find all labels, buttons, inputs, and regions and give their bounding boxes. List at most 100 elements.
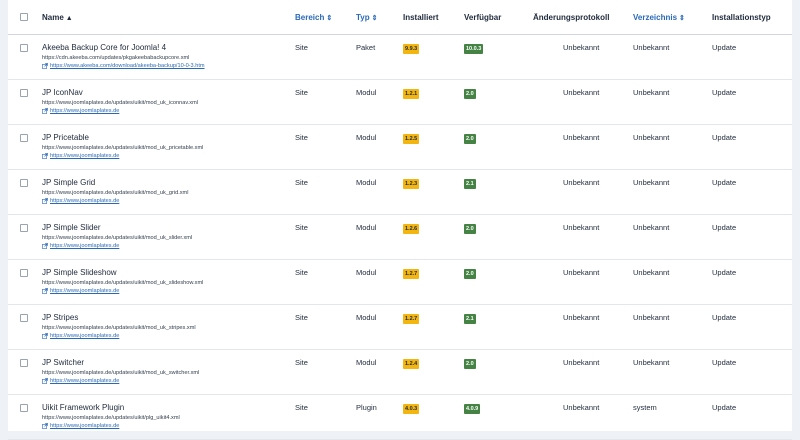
available-version-badge: 4.0.9	[464, 404, 481, 414]
row-checkbox-cell[interactable]	[8, 304, 38, 350]
sort-icon: ⇕	[371, 14, 378, 22]
row-checkbox-cell[interactable]	[8, 169, 38, 215]
row-checkbox[interactable]	[20, 359, 28, 367]
row-typ: Modul	[352, 169, 399, 215]
row-checkbox[interactable]	[20, 314, 28, 322]
row-checkbox[interactable]	[20, 179, 28, 187]
row-checkbox-cell[interactable]	[8, 79, 38, 125]
row-verzeichnis: Unbekannt	[629, 214, 708, 260]
row-installiert-cell: 1.2.6	[399, 214, 460, 260]
header-installationstyp: Installationstyp	[708, 0, 792, 35]
row-changelog: Unbekannt	[529, 259, 629, 305]
row-installiert-cell: 1.2.3	[399, 169, 460, 215]
installed-version-badge: 4.0.3	[403, 404, 420, 414]
info-link[interactable]: https://www.akeeba.com/download/akeeba-b…	[42, 63, 287, 69]
row-checkbox-cell[interactable]	[8, 34, 38, 80]
updates-panel: Name ▲ Bereich ⇕ Typ ⇕ Installiert Verfügba…	[8, 0, 792, 440]
changelog-value: Unbekannt	[563, 313, 600, 322]
extension-name: JP Pricetable	[42, 133, 89, 142]
info-link-text[interactable]: https://www.joomlaplates.de	[50, 198, 119, 204]
info-link[interactable]: https://www.joomlaplates.de	[42, 153, 287, 159]
info-link[interactable]: https://www.joomlaplates.de	[42, 423, 287, 429]
row-checkbox[interactable]	[20, 269, 28, 277]
available-version-badge: 2.0	[464, 134, 476, 144]
row-verzeichnis: Unbekannt	[629, 79, 708, 125]
info-link[interactable]: https://www.joomlaplates.de	[42, 333, 287, 339]
external-link-icon	[42, 333, 48, 339]
update-url: https://cdn.akeeba.com/updates/pkgakeeba…	[42, 55, 190, 61]
update-url: https://www.joomlaplates.de/updates/uiki…	[42, 190, 189, 196]
row-checkbox-cell[interactable]	[8, 259, 38, 305]
row-checkbox[interactable]	[20, 224, 28, 232]
row-name-cell: JP Simple Slider https://www.joomlaplate…	[38, 214, 291, 260]
row-name-cell: JP Simple Slideshow https://www.joomlapl…	[38, 259, 291, 305]
row-checkbox[interactable]	[20, 134, 28, 142]
info-link[interactable]: https://www.joomlaplates.de	[42, 243, 287, 249]
row-checkbox-cell[interactable]	[8, 214, 38, 260]
info-link-text[interactable]: https://www.joomlaplates.de	[50, 333, 119, 339]
row-checkbox-cell[interactable]	[8, 394, 38, 440]
info-link-text[interactable]: https://www.joomlaplates.de	[50, 108, 119, 114]
table-row: JP IconNav https://www.joomlaplates.de/u…	[8, 79, 792, 125]
update-url: https://www.joomlaplates.de/updates/uiki…	[42, 280, 204, 286]
update-url: https://www.joomlaplates.de/updates/uiki…	[42, 235, 193, 241]
info-link-text[interactable]: https://www.joomlaplates.de	[50, 153, 119, 159]
row-verfuegbar-cell: 10.0.3	[460, 34, 529, 80]
header-typ-label[interactable]: Typ	[356, 13, 370, 22]
changelog-value: Unbekannt	[563, 88, 600, 97]
row-installationstyp: Update	[708, 79, 792, 125]
header-verzeichnis[interactable]: Verzeichnis ⇕	[629, 0, 708, 35]
update-url: https://www.joomlaplates.de/updates/uiki…	[42, 370, 200, 376]
row-typ: Paket	[352, 34, 399, 80]
header-name[interactable]: Name ▲	[38, 0, 291, 35]
header-typ[interactable]: Typ ⇕	[352, 0, 399, 35]
row-changelog: Unbekannt	[529, 349, 629, 395]
row-checkbox[interactable]	[20, 44, 28, 52]
row-verzeichnis: Unbekannt	[629, 259, 708, 305]
installed-version-badge: 1.2.7	[403, 314, 420, 324]
row-bereich: Site	[291, 349, 352, 395]
header-checkbox-cell[interactable]	[8, 0, 38, 35]
header-name-label[interactable]: Name	[42, 13, 64, 22]
info-link[interactable]: https://www.joomlaplates.de	[42, 108, 287, 114]
row-typ: Modul	[352, 79, 399, 125]
header-verfuegbar: Verfügbar	[460, 0, 529, 35]
row-checkbox-cell[interactable]	[8, 124, 38, 170]
row-verfuegbar-cell: 2.0	[460, 79, 529, 125]
row-checkbox-cell[interactable]	[8, 349, 38, 395]
row-verzeichnis: Unbekannt	[629, 124, 708, 170]
row-checkbox[interactable]	[20, 89, 28, 97]
extension-name: JP IconNav	[42, 88, 83, 97]
row-verfuegbar-cell: 2.0	[460, 214, 529, 260]
row-bereich: Site	[291, 34, 352, 80]
row-name-cell: JP Pricetable https://www.joomlaplates.d…	[38, 124, 291, 170]
select-all-checkbox[interactable]	[20, 12, 28, 21]
available-version-badge: 2.0	[464, 224, 476, 234]
row-changelog: Unbekannt	[529, 214, 629, 260]
header-bereich-label[interactable]: Bereich	[295, 13, 324, 22]
available-version-badge: 10.0.3	[464, 44, 484, 54]
info-link-text[interactable]: https://www.akeeba.com/download/akeeba-b…	[50, 63, 205, 69]
info-link-text[interactable]: https://www.joomlaplates.de	[50, 288, 119, 294]
info-link[interactable]: https://www.joomlaplates.de	[42, 378, 287, 384]
row-bereich: Site	[291, 79, 352, 125]
header-verzeichnis-label[interactable]: Verzeichnis	[633, 13, 677, 22]
row-installiert-cell: 9.9.3	[399, 34, 460, 80]
row-checkbox[interactable]	[20, 404, 28, 412]
row-verzeichnis: Unbekannt	[629, 349, 708, 395]
row-installiert-cell: 1.2.5	[399, 124, 460, 170]
info-link[interactable]: https://www.joomlaplates.de	[42, 198, 287, 204]
available-version-badge: 2.0	[464, 269, 476, 279]
extension-name: JP Switcher	[42, 358, 85, 367]
external-link-icon	[42, 423, 48, 429]
info-link-text[interactable]: https://www.joomlaplates.de	[50, 378, 119, 384]
row-verfuegbar-cell: 2.0	[460, 259, 529, 305]
info-link[interactable]: https://www.joomlaplates.de	[42, 288, 287, 294]
table-row: JP Simple Slideshow https://www.joomlapl…	[8, 259, 792, 305]
extension-name: Akeeba Backup Core for Joomla! 4	[42, 43, 167, 52]
header-bereich[interactable]: Bereich ⇕	[291, 0, 352, 35]
info-link-text[interactable]: https://www.joomlaplates.de	[50, 243, 119, 249]
row-verzeichnis: Unbekannt	[629, 34, 708, 80]
row-changelog: Unbekannt	[529, 394, 629, 440]
info-link-text[interactable]: https://www.joomlaplates.de	[50, 423, 119, 429]
